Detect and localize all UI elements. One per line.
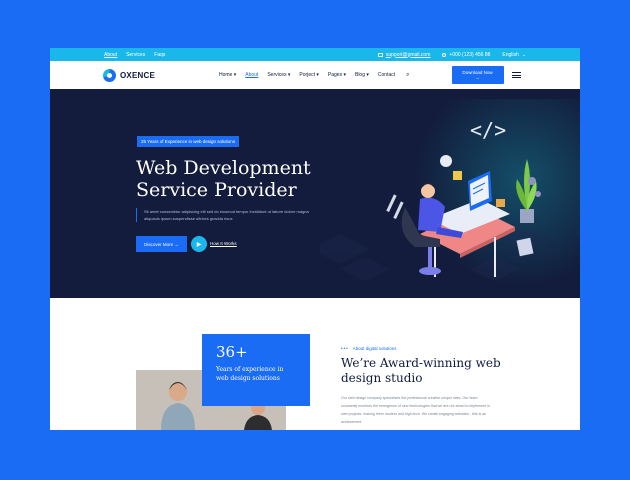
top-link-faqs[interactable]: Faqs bbox=[154, 52, 165, 58]
email-text: support@gmail.com bbox=[385, 51, 431, 58]
about-heading: We’re Award-winning web design studio bbox=[341, 356, 501, 385]
dots-icon: ••• bbox=[341, 346, 349, 351]
phone-icon bbox=[442, 52, 447, 57]
brand-name: OXENCE bbox=[120, 70, 155, 80]
nav-item-project[interactable]: Porject ▾ bbox=[299, 72, 318, 78]
logo-icon bbox=[103, 68, 116, 82]
nav-item-home[interactable]: Home ▾ bbox=[219, 72, 236, 78]
nav-item-label: Porject bbox=[299, 72, 315, 78]
logo[interactable]: OXENCE bbox=[103, 68, 155, 82]
download-button[interactable]: Download Now → bbox=[451, 66, 504, 84]
hero-section: 25 Years of Experience in web design sol… bbox=[50, 89, 580, 298]
top-bar: About Services Faqs support@gmail.com +0… bbox=[50, 48, 580, 61]
books bbox=[453, 171, 462, 180]
experience-badge: 25 Years of Experience in web design sol… bbox=[137, 136, 240, 147]
nav-item-blog[interactable]: Blog ▾ bbox=[355, 72, 369, 78]
nav-item-label: Services bbox=[267, 72, 287, 78]
phone-item[interactable]: +000 (123) 456 88 bbox=[442, 52, 490, 58]
section-tag-label: About digital solutions bbox=[352, 346, 397, 351]
section-tag: ••• About digital solutions bbox=[341, 346, 397, 351]
email-item[interactable]: support@gmail.com bbox=[377, 51, 431, 58]
phone-text: +000 (123) 456 88 bbox=[449, 51, 491, 58]
hero-description: Sit amet consectetur adipiscing elit sed… bbox=[136, 208, 316, 222]
download-label: Download Now bbox=[462, 70, 493, 75]
slash-marks bbox=[386, 194, 404, 220]
chevron-down-icon: ⌄ bbox=[521, 51, 526, 58]
nav-item-label: Pages bbox=[327, 72, 343, 78]
mail-icon bbox=[377, 52, 383, 57]
top-contact: support@gmail.com +000 (123) 456 88 Engl… bbox=[377, 51, 526, 58]
discover-label: Discover More bbox=[144, 241, 174, 247]
nav-item-services[interactable]: Services ▾ bbox=[267, 72, 290, 78]
how-it-works-link[interactable]: How It Works bbox=[210, 241, 237, 246]
experience-number: 36+ bbox=[216, 343, 248, 361]
language-text: English bbox=[502, 51, 519, 58]
top-links: About Services Faqs bbox=[104, 52, 165, 58]
about-paragraph: Our web design company specializes the p… bbox=[341, 396, 490, 424]
hamburger-menu-icon[interactable] bbox=[511, 71, 521, 79]
top-link-about[interactable]: About bbox=[104, 52, 117, 58]
developer-illustration: </> bbox=[320, 118, 550, 281]
main-nav: OXENCE Home ▾ About Services ▾ Porject ▾… bbox=[50, 61, 580, 89]
nav-menu: Home ▾ About Services ▾ Porject ▾ Pages … bbox=[219, 72, 395, 78]
nav-item-pages[interactable]: Pages ▾ bbox=[328, 72, 346, 78]
plant bbox=[516, 159, 537, 223]
search-icon[interactable]: ⌕ bbox=[406, 72, 409, 79]
nav-item-about[interactable]: About bbox=[245, 72, 258, 78]
experience-label: Years of experience in web design soluti… bbox=[216, 366, 284, 382]
play-icon[interactable]: ▶ bbox=[191, 236, 207, 252]
language-select[interactable]: English ⌄ bbox=[502, 52, 526, 58]
about-section: 36+ Years of experience in web design so… bbox=[50, 298, 580, 430]
code-brackets-icon: </> bbox=[470, 118, 506, 142]
top-link-services[interactable]: Services bbox=[126, 52, 145, 58]
chat-bubble bbox=[440, 155, 452, 167]
nav-item-contact[interactable]: Contact bbox=[378, 72, 395, 78]
nav-item-label: Blog bbox=[354, 72, 365, 78]
website-preview: About Services Faqs support@gmail.com +0… bbox=[50, 48, 580, 430]
experience-card: 36+ Years of experience in web design so… bbox=[202, 334, 310, 406]
discover-more-button[interactable]: Discover More → bbox=[136, 236, 187, 252]
hero-title: Web Development Service Provider bbox=[136, 157, 311, 201]
nav-item-label: Home bbox=[219, 72, 233, 78]
